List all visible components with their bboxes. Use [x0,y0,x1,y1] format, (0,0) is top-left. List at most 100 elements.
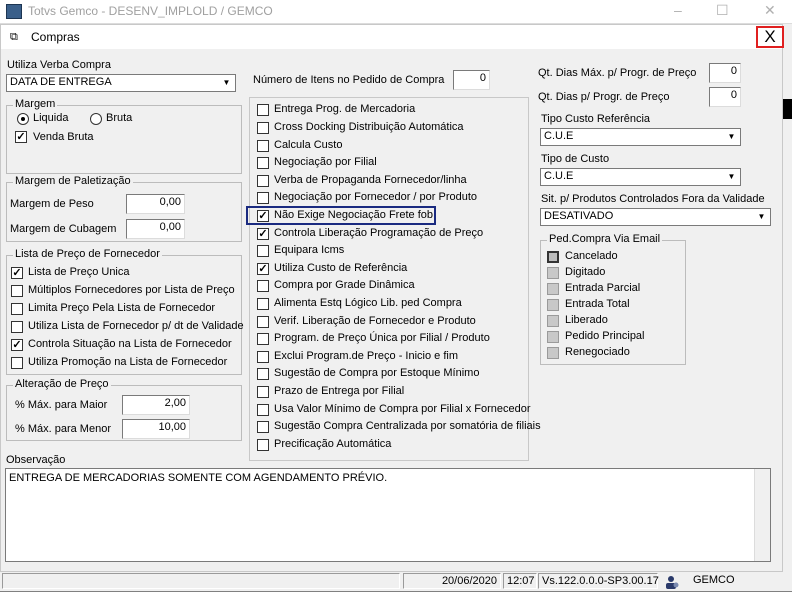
option-label: Sugestão Compra Centralizada por somatór… [274,420,541,432]
option-label: Verif. Liberação de Fornecedor e Produto [274,315,476,327]
chevron-down-icon[interactable]: ▼ [724,130,739,144]
lista-preco-group-title: Lista de Preço de Fornecedor [13,248,162,260]
num-itens-label: Número de Itens no Pedido de Compra [253,74,445,86]
close-button[interactable]: X [756,26,784,48]
utiliza-verba-select[interactable]: DATA DE ENTREGA ▼ [6,74,236,92]
chevron-down-icon[interactable]: ▼ [219,76,234,90]
option-label: Calcula Custo [274,139,343,151]
bruta-radio[interactable] [90,113,102,125]
margem-peso-input[interactable]: 0,00 [126,194,185,214]
liquida-radio[interactable] [17,113,29,125]
option-checkbox[interactable] [257,386,269,398]
option-label: Controla Liberação Programação de Preço [274,227,484,239]
bruta-label: Bruta [106,112,133,124]
lista-preco-label: Limita Preço Pela Lista de Fornecedor [28,302,216,314]
tipo-custo-ref-value: C.U.E [544,130,574,142]
dias-input[interactable]: 0 [709,87,741,107]
margem-peso-label: Margem de Peso [10,198,94,210]
dias-max-input[interactable]: 0 [709,63,741,83]
ped-compra-toggle[interactable] [547,267,559,279]
lista-preco-checkbox[interactable]: ✓ [11,339,23,351]
option-label: Prazo de Entrega por Filial [274,385,405,397]
option-checkbox[interactable] [257,316,269,328]
option-checkbox[interactable] [257,122,269,134]
chevron-down-icon[interactable]: ▼ [754,210,769,224]
option-label: Program. de Preço Única por Filial / Pro… [274,332,490,344]
ped-compra-toggle[interactable] [547,299,559,311]
chevron-down-icon[interactable]: ▼ [724,170,739,184]
tipo-custo-label: Tipo de Custo [541,153,610,165]
option-checkbox[interactable] [257,333,269,345]
minimize-icon[interactable]: – [674,2,682,18]
lista-preco-checkbox[interactable] [11,303,23,315]
option-checkbox[interactable] [257,157,269,169]
lista-preco-checkbox[interactable] [11,321,23,333]
lista-preco-checkbox[interactable] [11,357,23,369]
option-checkbox[interactable] [257,280,269,292]
status-date: 20/06/2020 [403,573,501,589]
opcoes-group: Entrega Prog. de Mercadoria Cross Docking… [249,97,541,461]
outer-close-icon[interactable]: ✕ [764,2,776,19]
maximize-icon[interactable]: ☐ [716,2,729,19]
sit-produtos-label: Sit. p/ Produtos Controlados Fora da Val… [541,193,765,205]
lista-preco-label: Lista de Preço Unica [28,266,130,278]
option-checkbox[interactable] [257,298,269,310]
option-checkbox[interactable]: ✓ [257,263,269,275]
liquida-label: Liquida [33,112,69,124]
focus-highlight [246,206,436,225]
ped-compra-toggle[interactable] [547,315,559,327]
option-checkbox[interactable] [257,245,269,257]
paletizacao-group-title: Margem de Paletização [13,175,133,187]
option-label: Verba de Propaganda Fornecedor/linha [274,174,467,186]
alteracao-group-title: Alteração de Preço [13,378,111,390]
lista-preco-checkbox[interactable] [11,285,23,297]
dias-max-label: Qt. Dias Máx. p/ Progr. de Preço [538,67,697,79]
option-checkbox[interactable] [257,351,269,363]
dialog-title: Compras [31,30,80,44]
option-label: Alimenta Estq Lógico Lib. ped Compra [274,297,462,309]
option-checkbox[interactable] [257,368,269,380]
max-menor-input[interactable]: 10,00 [122,419,190,439]
margem-cubagem-input[interactable]: 0,00 [126,219,185,239]
option-checkbox[interactable] [257,421,269,433]
option-checkbox[interactable] [257,192,269,204]
tipo-custo-select[interactable]: C.U.E ▼ [540,168,741,186]
option-checkbox[interactable] [257,175,269,187]
option-label: Negociação por Filial [274,156,377,168]
lista-preco-label: Utiliza Lista de Fornecedor p/ dt de Val… [28,320,244,332]
user-icon [663,575,679,589]
observacao-scrollbar[interactable] [754,469,770,561]
background-window-marker [783,99,792,119]
max-maior-label: % Máx. para Maior [15,399,108,411]
max-menor-label: % Máx. para Menor [15,423,111,435]
sit-produtos-select[interactable]: DESATIVADO ▼ [540,208,771,226]
margem-group-title: Margem [13,98,58,110]
ped-compra-toggle[interactable] [547,283,559,295]
status-time: 12:07 [503,573,537,589]
num-itens-input[interactable]: 0 [453,70,490,90]
venda-bruta-checkbox[interactable]: ✓ [15,131,27,143]
tipo-custo-ref-select[interactable]: C.U.E ▼ [540,128,741,146]
option-checkbox[interactable] [257,404,269,416]
status-version: Vs.122.0.0.0-SP3.00.17 [538,573,659,589]
option-checkbox[interactable]: ✓ [257,228,269,240]
observacao-textarea[interactable]: ENTREGA DE MERCADORIAS SOMENTE COM AGEND… [5,468,771,562]
ped-compra-toggle[interactable] [547,251,559,263]
ped-compra-label: Renegociado [565,346,630,358]
venda-bruta-label: Venda Bruta [33,131,94,143]
ped-compra-group: Ped.Compra Via Email Cancelado Digitado En… [540,233,686,365]
option-checkbox[interactable] [257,104,269,116]
utiliza-verba-label: Utiliza Verba Compra [7,59,111,71]
status-bar: 20/06/2020 12:07 Vs.122.0.0.0-SP3.00.17 … [0,572,792,591]
observacao-text: ENTREGA DE MERCADORIAS SOMENTE COM AGEND… [9,472,388,484]
ped-compra-toggle[interactable] [547,331,559,343]
option-checkbox[interactable] [257,140,269,152]
tipo-custo-ref-label: Tipo Custo Referência [541,113,651,125]
lista-preco-label: Controla Situação na Lista de Fornecedor [28,338,232,350]
max-maior-input[interactable]: 2,00 [122,395,190,415]
option-label: Equipara Icms [274,244,345,256]
ped-compra-toggle[interactable] [547,347,559,359]
background-window-edge [783,24,792,572]
lista-preco-checkbox[interactable]: ✓ [11,267,23,279]
option-checkbox[interactable] [257,439,269,451]
